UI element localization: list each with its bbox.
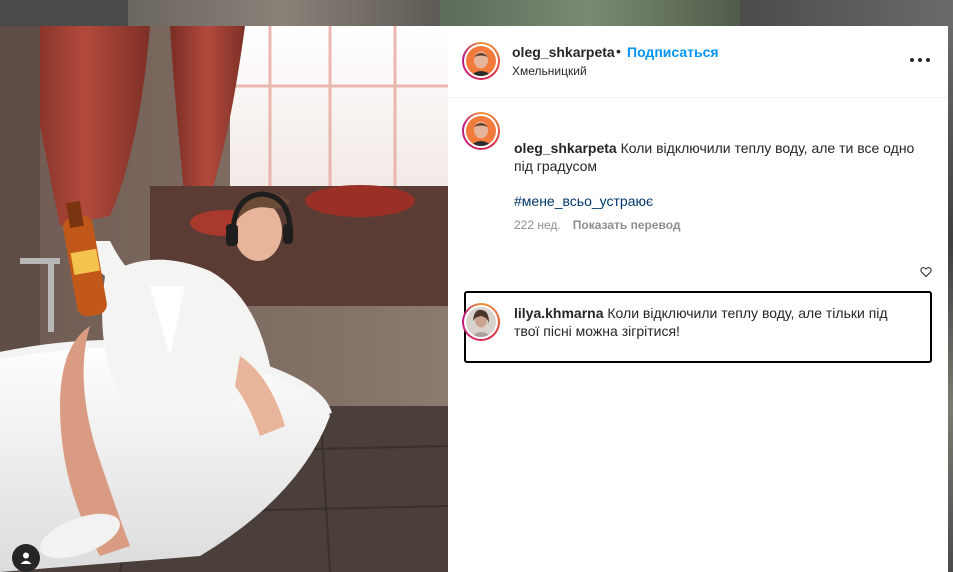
post-photo[interactable] xyxy=(0,26,448,572)
comment-like-heart-icon[interactable] xyxy=(920,266,932,278)
caption-time[interactable]: 222 нед. xyxy=(514,218,561,232)
background-feed-strip xyxy=(0,0,953,26)
post-photo-illustration xyxy=(0,26,448,572)
tagged-users-button[interactable] xyxy=(12,544,40,572)
header-separator: • xyxy=(616,43,621,59)
background-tile xyxy=(0,0,128,26)
caption-avatar-image xyxy=(466,116,496,146)
background-tile xyxy=(128,0,440,26)
author-avatar[interactable] xyxy=(462,42,500,80)
caption-translate-button[interactable]: Показать перевод xyxy=(573,218,681,232)
comment-username[interactable]: lilya.khmarna xyxy=(514,305,604,321)
follow-button[interactable]: Подписаться xyxy=(627,44,719,60)
comment-avatar-lilya[interactable] xyxy=(462,303,500,341)
caption-hashtag[interactable]: #мене_всьо_устраює xyxy=(514,193,653,209)
location-link[interactable]: Хмельницкий xyxy=(512,64,587,78)
author-username[interactable]: oleg_shkarpeta xyxy=(512,44,615,60)
comment-avatar-image xyxy=(466,307,496,337)
caption-meta: 222 нед. Показать перевод xyxy=(514,218,693,232)
comment-text-block: lilya.khmarna Коли відключили теплу воду… xyxy=(514,304,914,340)
background-tile xyxy=(440,0,740,26)
caption-username[interactable]: oleg_shkarpeta xyxy=(514,140,617,156)
background-tile xyxy=(740,0,953,26)
author-avatar-image xyxy=(466,46,496,76)
more-horizontal-icon xyxy=(910,58,914,62)
comments-list[interactable]: oleg_shkarpeta Коли відключили теплу вод… xyxy=(448,98,948,430)
post-header: oleg_shkarpeta • Подписаться Хмельницкий xyxy=(448,26,948,98)
post-side-panel: oleg_shkarpeta • Подписаться Хмельницкий xyxy=(448,26,948,572)
caption-author-avatar[interactable] xyxy=(462,112,500,150)
post-modal: oleg_shkarpeta • Подписаться Хмельницкий xyxy=(0,26,948,572)
user-icon xyxy=(20,552,32,564)
background-edge xyxy=(948,26,953,572)
more-options-button[interactable] xyxy=(910,52,930,68)
caption-text-block: oleg_shkarpeta Коли відключили теплу вод… xyxy=(514,139,924,175)
